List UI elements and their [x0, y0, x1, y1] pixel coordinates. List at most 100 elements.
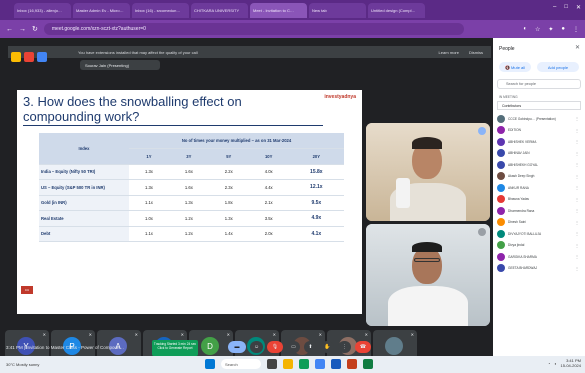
maximize-icon[interactable]: □ [564, 4, 568, 11]
reload-icon[interactable]: ↻ [32, 25, 38, 33]
url-field[interactable]: meet.google.com/xzn-sczt-xtz?authuser=0 [43, 23, 464, 35]
extension-notice: You have extensions installed that may a… [8, 46, 491, 58]
avatar [497, 206, 505, 215]
presenting-chip[interactable]: Sourav Jain (Presenting) [80, 60, 160, 70]
table-cell: 2.1x [248, 195, 289, 211]
learn-more-link[interactable]: Learn more [439, 50, 459, 55]
volume-icon[interactable]: ◖ [554, 361, 556, 366]
more-options-icon[interactable]: ⋮ [575, 208, 579, 213]
chrome-icon[interactable] [299, 359, 309, 369]
more-options-icon[interactable]: ⋮ [575, 185, 579, 190]
word-icon[interactable] [331, 359, 341, 369]
speaker-video-1[interactable] [366, 123, 490, 221]
weather-widget[interactable]: 30°C Mostly sunny [6, 362, 39, 367]
browser-tab[interactable]: New tab [309, 2, 366, 18]
browser-tab[interactable]: Inbox (16) - srcomedun… [132, 2, 189, 18]
more-options-icon[interactable]: ⋮ [575, 174, 579, 179]
mute-all-button[interactable]: 🔇 Mute all [499, 62, 531, 72]
list-item[interactable]: Akash Deep Singh ⋮ [497, 171, 583, 183]
task-view-icon[interactable] [267, 359, 277, 369]
more-options-button[interactable]: ⋮ [338, 341, 351, 353]
powerpoint-icon[interactable] [347, 359, 357, 369]
menu-icon[interactable]: ⋮ [573, 26, 579, 33]
mic-off-icon: ✕ [226, 332, 230, 337]
browser-tab[interactable]: Inbox (16,933) - allenjo… [14, 2, 71, 18]
list-item[interactable]: ABHISHEKH GOYAL ⋮ [497, 159, 583, 171]
forward-icon[interactable]: → [19, 26, 26, 33]
list-item[interactable]: ABHINAV JAIN ⋮ [497, 148, 583, 160]
list-item[interactable]: CCCE Gobindpu… (Presentation) ⋮ [497, 113, 583, 125]
more-options-icon[interactable]: ⋮ [575, 128, 579, 133]
more-options-icon[interactable]: ⋮ [575, 266, 579, 271]
start-icon[interactable] [205, 359, 215, 369]
more-options-icon[interactable]: ⋮ [575, 254, 579, 259]
excel-icon[interactable] [363, 359, 373, 369]
list-item[interactable]: Dinesh Saini ⋮ [497, 217, 583, 229]
more-options-icon[interactable]: ⋮ [575, 139, 579, 144]
dismiss-button[interactable]: Dismiss [469, 50, 483, 55]
close-icon[interactable]: ✕ [576, 4, 581, 11]
mic-off-icon: ✕ [180, 332, 184, 337]
list-item[interactable]: Bhawna Yadav ⋮ [497, 194, 583, 206]
speaker-video-2[interactable] [366, 224, 490, 326]
participant-name: Akash Deep Singh [508, 174, 535, 179]
more-options-icon[interactable]: ⋮ [575, 116, 579, 121]
row-label: Debt [39, 226, 129, 242]
emoji-button[interactable]: ☺ [250, 341, 263, 353]
table-corner-header: Index [39, 133, 129, 165]
more-options-icon[interactable]: ⋮ [575, 197, 579, 202]
list-item[interactable]: GARGIKA SHARMA ⋮ [497, 251, 583, 263]
browser-tab[interactable]: Untitled design (Compl… [368, 2, 425, 18]
clock-date[interactable]: 15-04-2024 [561, 363, 581, 368]
more-options-icon[interactable]: ⋮ [575, 243, 579, 248]
list-item[interactable]: Divya jindal ⋮ [497, 240, 583, 252]
mic-off-button[interactable]: 🎙 [267, 341, 283, 353]
presentation-slide: 3. How does the snowballing effect on co… [17, 90, 362, 314]
close-icon[interactable]: ✕ [575, 44, 580, 51]
table-cell: 1.0x [129, 210, 169, 227]
more-options-icon[interactable]: ⋮ [575, 220, 579, 225]
browser-tab-active[interactable]: Meet - Invitation to C… [250, 2, 307, 18]
app-icon[interactable] [315, 359, 325, 369]
app-icon[interactable] [11, 52, 21, 62]
row-label: Real Estate [39, 210, 129, 227]
more-options-icon[interactable]: ⋮ [575, 162, 579, 167]
present-button[interactable]: ⬆ [304, 341, 317, 353]
camera-button[interactable]: ▭ [287, 341, 300, 353]
captions-button[interactable]: ▬ [228, 341, 246, 353]
star-icon[interactable]: ☆ [535, 26, 540, 33]
table-cell: 4.1x [288, 226, 344, 242]
minimize-icon[interactable]: – [553, 4, 556, 11]
tracking-toast[interactable]: Tracking Started 3 min 24 sec Click to G… [152, 340, 198, 356]
contributors-section[interactable]: Contributors [497, 101, 581, 110]
more-options-icon[interactable]: ⋮ [575, 151, 579, 156]
profile-icon[interactable]: ● [561, 26, 565, 33]
table-row: US – Equity (S&P 500 TR in INR) 1.3x 1.6… [39, 179, 344, 196]
add-people-button[interactable]: Add people [537, 62, 579, 72]
taskbar-search[interactable]: Search [221, 359, 261, 369]
people-search-input[interactable]: Search for people [497, 79, 581, 89]
list-item[interactable]: ABHISHEK VERMA ⋮ [497, 136, 583, 148]
wifi-icon[interactable]: ◔ [548, 361, 550, 366]
end-call-button[interactable]: ☎ [355, 341, 371, 353]
file-explorer-icon[interactable] [283, 359, 293, 369]
list-item[interactable]: GEETA BHARDWAJ ⋮ [497, 263, 583, 275]
back-icon[interactable]: ← [6, 26, 13, 33]
puzzle-icon[interactable]: ✦ [548, 26, 553, 33]
raise-hand-button[interactable]: ✋ [321, 341, 334, 353]
list-item[interactable]: ANKUR RANA ⋮ [497, 182, 583, 194]
list-item[interactable]: EDITION ⋮ [497, 125, 583, 137]
pin-icon[interactable] [478, 127, 486, 135]
app-icon[interactable] [37, 52, 47, 62]
table-cell: 15.8x [288, 164, 344, 180]
app-icon[interactable] [24, 52, 34, 62]
more-options-icon[interactable]: ⋮ [575, 231, 579, 236]
table-cell: 12.1x [288, 179, 344, 196]
pin-icon[interactable] [478, 228, 486, 236]
browser-tab[interactable]: Master Admin Ev - Micro… [73, 2, 130, 18]
browser-tab[interactable]: CHITKARA UNIVERSITY [191, 2, 248, 18]
list-item[interactable]: Dharmendra Rana ⋮ [497, 205, 583, 217]
table-cell: 4.0x [248, 164, 289, 180]
list-item[interactable]: DIVYAJYOTI BALLUJA ⋮ [497, 228, 583, 240]
extension-icon[interactable]: ◐ [523, 26, 527, 33]
